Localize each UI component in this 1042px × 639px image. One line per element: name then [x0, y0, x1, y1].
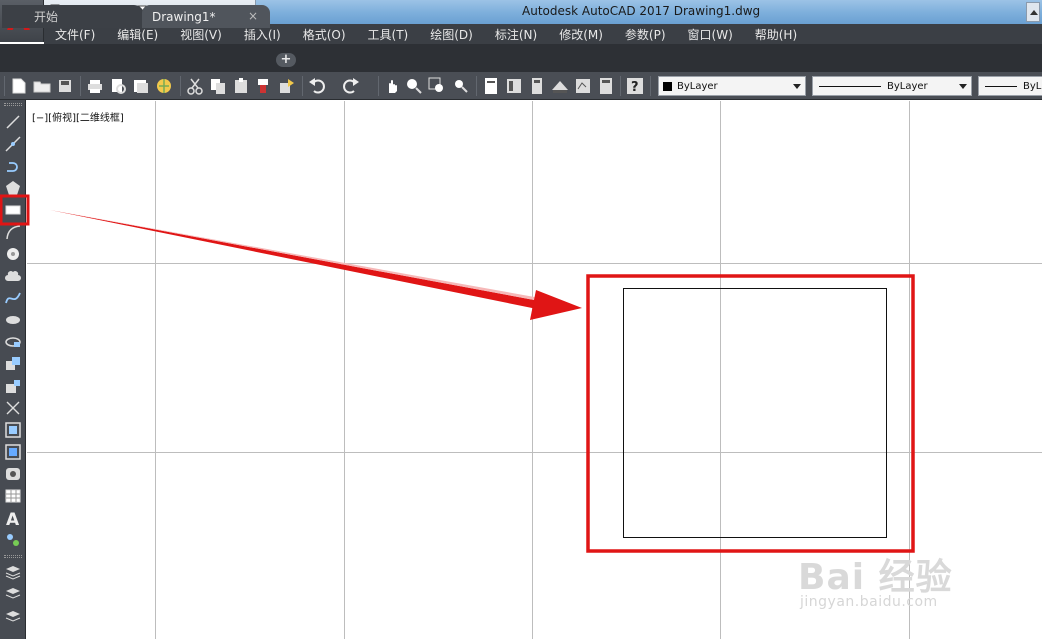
- canvas-overlay: [0, 101, 1042, 639]
- drawn-rectangle[interactable]: [623, 288, 887, 538]
- baidu-watermark-url: jingyan.baidu.com: [800, 594, 938, 610]
- annotation-arrow: [50, 210, 582, 320]
- baidu-watermark: Bai 经验: [798, 557, 953, 598]
- viewport-controls-label[interactable]: [−][俯视][二维线框]: [32, 109, 124, 124]
- tool-highlight-box: [0, 194, 30, 226]
- result-highlight-box: [586, 274, 915, 553]
- autocad-window: A Autodesk AutoCAD 2017 Drawing1.dwg 文件(…: [0, 0, 1042, 639]
